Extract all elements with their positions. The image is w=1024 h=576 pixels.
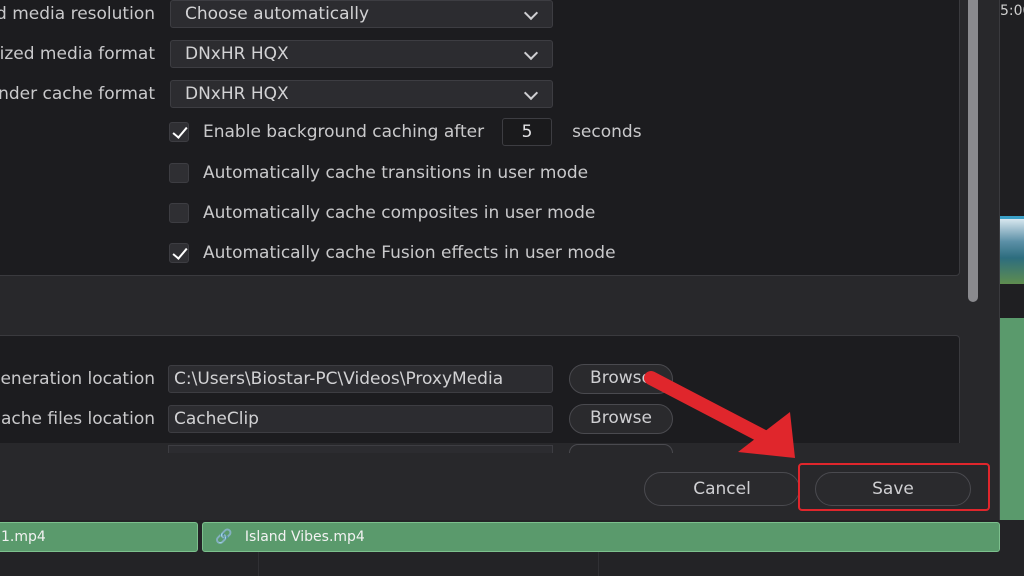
dialog-scrollbar[interactable] <box>968 0 978 302</box>
cache-location-field[interactable]: CacheClip <box>168 405 553 433</box>
timeline-clip[interactable]: 🔗 Island Vibes.mp4 <box>202 522 1000 552</box>
resolution-label: d media resolution <box>0 4 155 24</box>
caching-delay-unit: seconds <box>572 122 642 142</box>
cancel-button[interactable]: Cancel <box>644 472 800 506</box>
render-cache-label: nder cache format <box>0 84 155 104</box>
proxy-location-label: eneration location <box>0 369 155 389</box>
proxy-browse-button[interactable]: Browse <box>569 364 673 394</box>
clip-label: 1.mp4 <box>1 529 46 545</box>
background-caching-row: Enable background caching after 5 second… <box>169 118 642 146</box>
clip-label: Island Vibes.mp4 <box>244 529 365 545</box>
caching-delay-input[interactable]: 5 <box>502 118 553 146</box>
cache-transitions-label: Automatically cache transitions in user … <box>203 163 589 183</box>
cache-composites-checkbox[interactable] <box>169 203 189 223</box>
timeline-gridline <box>598 552 599 576</box>
background-caching-checkbox[interactable] <box>169 122 189 142</box>
cache-browse-button[interactable]: Browse <box>569 404 673 434</box>
cache-fusion-checkbox[interactable] <box>169 243 189 263</box>
resolution-value: Choose automatically <box>185 4 370 24</box>
proxy-location-field[interactable]: C:\Users\Biostar-PC\Videos\ProxyMedia <box>168 365 553 393</box>
cache-location-label: ache files location <box>0 409 155 429</box>
cache-transitions-row: Automatically cache transitions in user … <box>169 161 588 185</box>
render-cache-value: DNxHR HQX <box>185 84 289 104</box>
timeline-clip-edge <box>1000 318 1024 552</box>
optimized-format-value: DNxHR HQX <box>185 44 289 64</box>
render-cache-select[interactable]: DNxHR HQX <box>170 80 553 108</box>
cache-composites-row: Automatically cache composites in user m… <box>169 201 595 225</box>
save-button[interactable]: Save <box>815 472 971 506</box>
optimized-format-label: ized media format <box>0 44 155 64</box>
cache-fusion-label: Automatically cache Fusion effects in us… <box>203 243 616 263</box>
resolution-select[interactable]: Choose automatically <box>170 0 553 28</box>
timeline-clip[interactable]: 1.mp4 <box>0 522 198 552</box>
path-field-partial <box>168 445 553 453</box>
cache-transitions-checkbox[interactable] <box>169 163 189 183</box>
timecode: 5:00 <box>1000 3 1024 19</box>
chevron-down-icon <box>524 43 538 63</box>
link-icon: 🔗 <box>215 529 233 545</box>
optimized-format-select[interactable]: DNxHR HQX <box>170 40 553 68</box>
chevron-down-icon <box>524 3 538 23</box>
cache-fusion-row: Automatically cache Fusion effects in us… <box>169 241 616 265</box>
timeline-gridline <box>258 552 259 576</box>
viewer-thumbnail <box>1000 216 1024 284</box>
background-caching-label: Enable background caching after <box>203 122 485 142</box>
cache-composites-label: Automatically cache composites in user m… <box>203 203 596 223</box>
browse-button-partial <box>569 444 673 453</box>
chevron-down-icon <box>524 83 538 103</box>
